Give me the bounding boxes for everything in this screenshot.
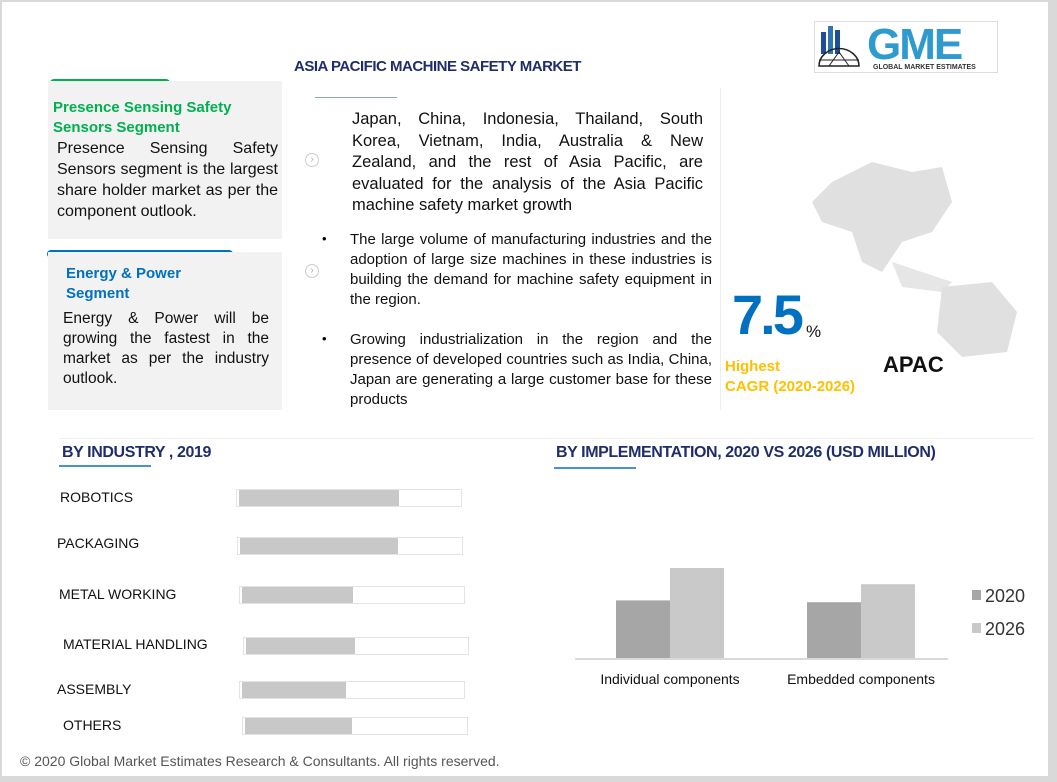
bar-2020 (616, 600, 670, 658)
bar-2026 (861, 584, 915, 658)
legend-label: 2020 (985, 586, 1025, 606)
bar-2026 (670, 568, 724, 658)
implementation-chart-svg: Individual components Embedded components… (575, 568, 1025, 687)
infographic: ASIA PACIFIC MACHINE SAFETY MARKET GME G… (2, 2, 1048, 776)
legend-swatch (972, 623, 981, 633)
bar-2020 (807, 602, 861, 658)
copyright-footer: © 2020 Global Market Estimates Research … (20, 753, 500, 769)
legend-label: 2026 (985, 619, 1025, 639)
category-label: Individual components (600, 671, 739, 687)
category-label: Embedded components (787, 671, 935, 687)
legend-swatch (972, 590, 981, 600)
